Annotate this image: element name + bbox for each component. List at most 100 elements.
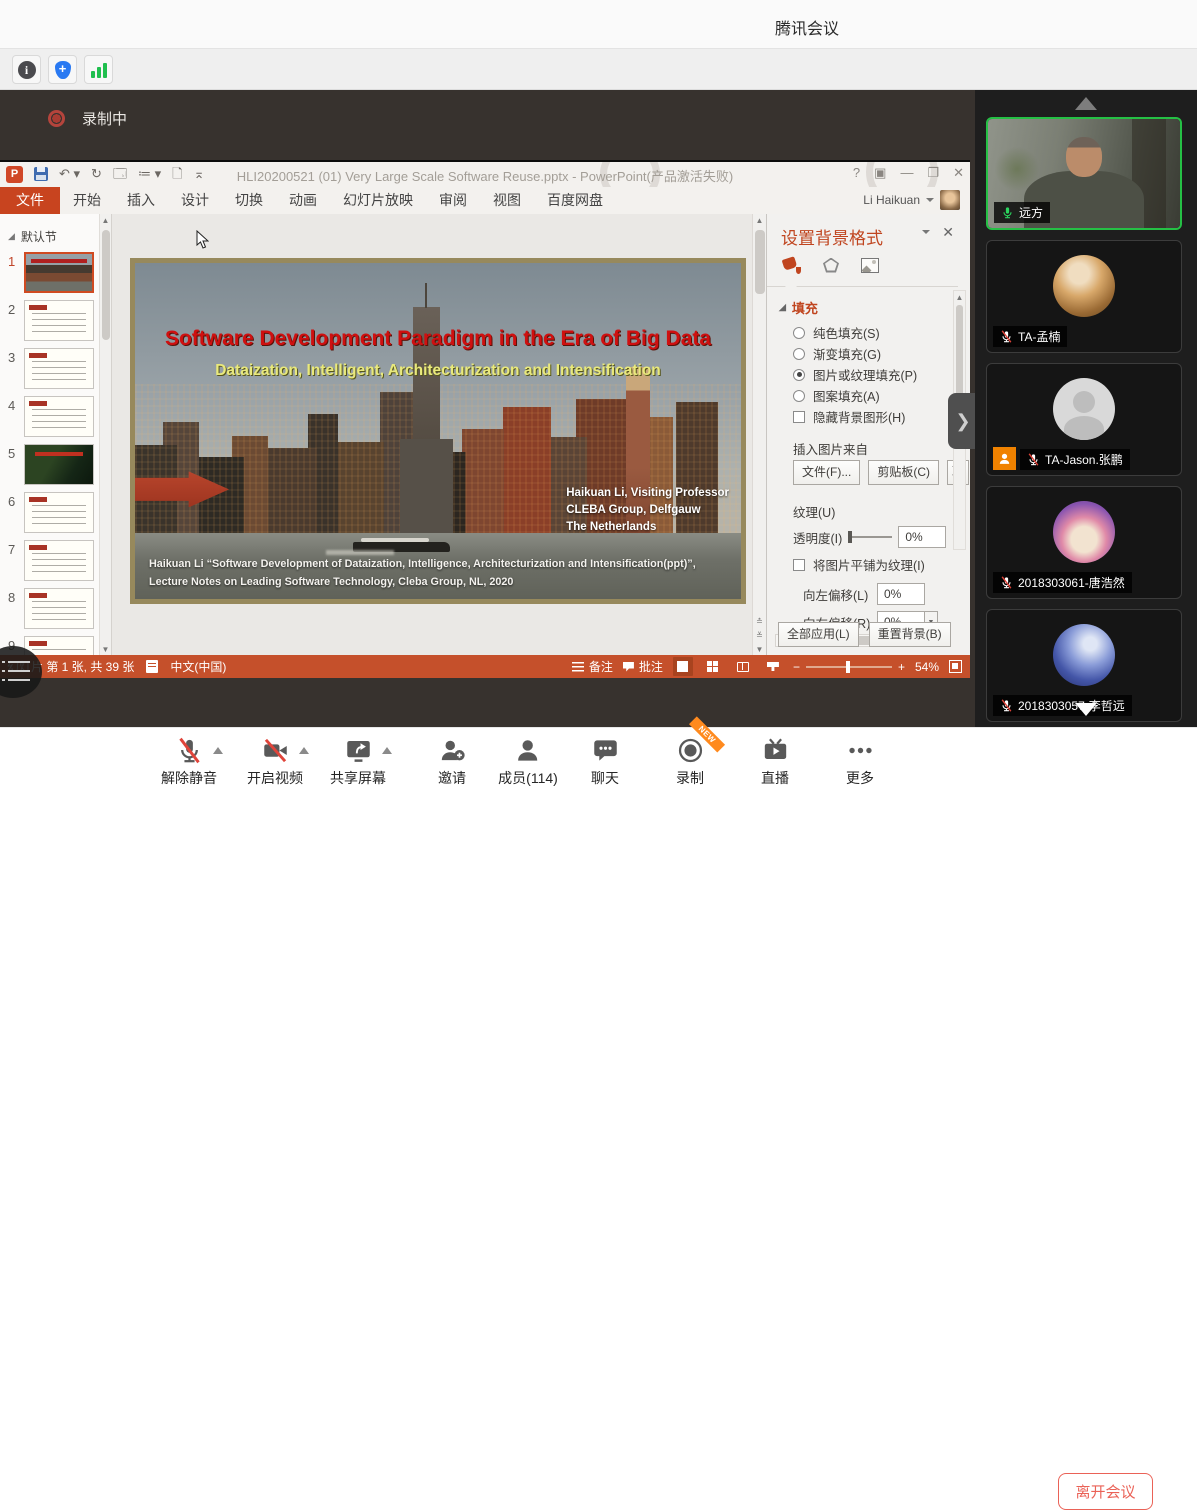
- toolbar-chat-button[interactable]: 聊天: [591, 737, 619, 788]
- previous-slide-icon[interactable]: ≛: [753, 615, 766, 629]
- scroll-up-icon[interactable]: ▲: [753, 214, 766, 228]
- slider-knob[interactable]: [848, 531, 852, 543]
- radio-icon[interactable]: [793, 390, 805, 402]
- security-shield-icon[interactable]: [48, 55, 77, 84]
- normal-view-icon[interactable]: [673, 657, 693, 676]
- participant-tile[interactable]: 2018303061-唐浩然: [986, 486, 1182, 599]
- tile-picture-option[interactable]: 将图片平铺为纹理(I): [793, 554, 925, 575]
- caret-up-icon[interactable]: [382, 747, 392, 754]
- zoom-percent[interactable]: 54%: [915, 660, 939, 674]
- info-icon[interactable]: i: [12, 55, 41, 84]
- radio-icon[interactable]: [793, 369, 805, 381]
- participant-tile[interactable]: TA-Jason.张鹏: [986, 363, 1182, 476]
- ppt-tab-动画[interactable]: 动画: [276, 187, 330, 214]
- slide-thumbnail-2[interactable]: 2: [0, 298, 100, 346]
- slide-thumbnail-8[interactable]: 8: [0, 586, 100, 634]
- fill-bucket-icon[interactable]: [781, 256, 801, 274]
- toolbar-more-button[interactable]: 更多: [846, 737, 874, 788]
- panel-collapse-icon[interactable]: [922, 230, 930, 234]
- slide-sorter-icon[interactable]: [703, 657, 723, 676]
- leave-meeting-button[interactable]: 离开会议: [1058, 1473, 1153, 1510]
- panel-footer-button[interactable]: 重置背景(B): [869, 622, 951, 647]
- zoom-slider[interactable]: [806, 666, 892, 668]
- zoom-out-icon[interactable]: −: [793, 660, 800, 674]
- network-signal-icon[interactable]: [84, 55, 113, 84]
- scrollbar-thumb[interactable]: [102, 230, 110, 340]
- ppt-tab-文件[interactable]: 文件: [0, 187, 60, 214]
- zoom-knob[interactable]: [846, 661, 850, 673]
- checkbox-icon[interactable]: [793, 559, 805, 571]
- sidebar-collapse-tab[interactable]: ❯: [948, 393, 975, 449]
- ppt-tab-视图[interactable]: 视图: [480, 187, 534, 214]
- scroll-up-icon[interactable]: ▲: [100, 214, 111, 228]
- fill-option[interactable]: 隐藏背景图形(H): [793, 406, 943, 427]
- slide-thumbnail-3[interactable]: 3: [0, 346, 100, 394]
- ribbon-display-icon[interactable]: ▣: [874, 165, 886, 181]
- ppt-tab-开始[interactable]: 开始: [60, 187, 114, 214]
- ppt-tab-切换[interactable]: 切换: [222, 187, 276, 214]
- ppt-tab-百度网盘[interactable]: 百度网盘: [534, 187, 616, 214]
- offset-value[interactable]: 0%: [877, 583, 925, 605]
- slide-thumbnail-4[interactable]: 4: [0, 394, 100, 442]
- panel-footer-button[interactable]: 全部应用(L): [778, 622, 859, 647]
- ppt-tab-幻灯片放映[interactable]: 幻灯片放映: [330, 187, 426, 214]
- fill-option[interactable]: 图片或纹理填充(P): [793, 364, 943, 385]
- language-label[interactable]: 中文(中国): [170, 658, 226, 675]
- current-slide[interactable]: Software Development Paradigm in the Era…: [130, 258, 746, 604]
- ppt-tab-审阅[interactable]: 审阅: [426, 187, 480, 214]
- notes-button[interactable]: 备注: [572, 658, 613, 675]
- proofing-icon[interactable]: [146, 660, 158, 673]
- section-header[interactable]: ◢ 默认节: [8, 228, 57, 245]
- picture-source-button[interactable]: 剪贴板(C): [868, 460, 939, 485]
- transparency-value[interactable]: 0%: [898, 526, 946, 548]
- ppt-tab-设计[interactable]: 设计: [168, 187, 222, 214]
- ppt-account[interactable]: Li Haikuan: [863, 190, 960, 210]
- canvas-scrollbar[interactable]: ▲ ≛ ≚ ▼: [752, 214, 766, 657]
- zoom-in-icon[interactable]: +: [898, 660, 905, 674]
- scroll-up-icon[interactable]: ▲: [954, 291, 965, 305]
- picture-icon[interactable]: [861, 258, 879, 273]
- fill-option[interactable]: 图案填充(A): [793, 385, 943, 406]
- slideshow-view-icon[interactable]: [763, 657, 783, 676]
- invite-icon: [439, 737, 466, 764]
- radio-icon[interactable]: [793, 348, 805, 360]
- toolbar-invite-button[interactable]: 邀请: [438, 737, 466, 788]
- toolbar-camera-muted-button[interactable]: 开启视频: [247, 737, 303, 788]
- slide-thumbnail-1[interactable]: 1: [0, 250, 100, 298]
- ppt-tab-插入[interactable]: 插入: [114, 187, 168, 214]
- participants-scroll-up-icon[interactable]: [1075, 97, 1097, 110]
- next-slide-icon[interactable]: ≚: [753, 629, 766, 643]
- close-icon[interactable]: ✕: [953, 165, 964, 181]
- thumbnail-scrollbar[interactable]: ▲ ▼: [99, 214, 111, 657]
- slide-thumbnail-6[interactable]: 6: [0, 490, 100, 538]
- participant-tile[interactable]: TA-孟楠: [986, 240, 1182, 353]
- checkbox-icon[interactable]: [793, 411, 805, 423]
- fill-section-header[interactable]: ◢ 填充: [779, 298, 818, 317]
- fill-option[interactable]: 纯色填充(S): [793, 322, 943, 343]
- panel-close-icon[interactable]: ✕: [942, 224, 954, 241]
- scrollbar-thumb[interactable]: [755, 230, 765, 294]
- scrollbar-thumb[interactable]: [956, 305, 963, 401]
- participants-scroll-down-icon[interactable]: [1075, 703, 1097, 716]
- minimize-icon[interactable]: —: [900, 165, 913, 181]
- picture-source-button[interactable]: 文件(F)...: [793, 460, 860, 485]
- fit-slide-icon[interactable]: [949, 660, 962, 673]
- slide-thumbnail-5[interactable]: 5: [0, 442, 100, 490]
- restore-icon[interactable]: ❐: [927, 165, 939, 181]
- toolbar-members-button[interactable]: 成员(114): [498, 737, 558, 788]
- caret-up-icon[interactable]: [213, 747, 223, 754]
- help-icon[interactable]: ?: [853, 165, 860, 181]
- toolbar-share-screen-button[interactable]: 共享屏幕: [330, 737, 386, 788]
- caret-up-icon[interactable]: [299, 747, 309, 754]
- fill-option[interactable]: 渐变填充(G): [793, 343, 943, 364]
- participant-tile[interactable]: 远方: [986, 117, 1182, 230]
- comments-button[interactable]: 批注: [623, 658, 663, 675]
- toolbar-record-button[interactable]: NEW录制: [676, 737, 704, 788]
- radio-icon[interactable]: [793, 327, 805, 339]
- toolbar-live-button[interactable]: 直播: [761, 737, 789, 788]
- effects-pentagon-icon[interactable]: [823, 258, 839, 273]
- transparency-slider[interactable]: [848, 536, 892, 538]
- reading-view-icon[interactable]: [733, 657, 753, 676]
- toolbar-mic-muted-button[interactable]: 解除静音: [161, 737, 217, 788]
- slide-thumbnail-7[interactable]: 7: [0, 538, 100, 586]
